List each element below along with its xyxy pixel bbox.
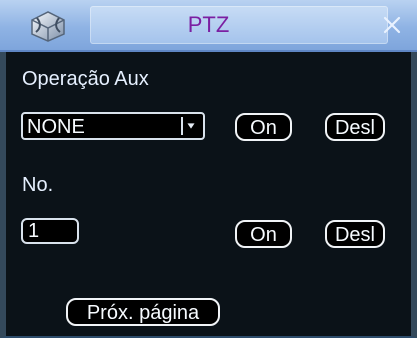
chevron-down-icon[interactable] [181, 117, 199, 135]
ptz-dialog: PTZ Operação Aux NONE On Desl No. 1 On D… [0, 0, 417, 338]
aux-operation-label: Operação Aux [22, 68, 149, 90]
close-icon[interactable] [377, 10, 407, 40]
aux-off-button[interactable]: Desl [325, 113, 385, 141]
number-label: No. [22, 174, 54, 196]
number-input[interactable]: 1 [21, 218, 79, 244]
ptz-panel [0, 52, 417, 338]
number-on-button[interactable]: On [235, 220, 292, 248]
window-title: PTZ [187, 12, 230, 37]
aux-select-value: NONE [27, 116, 85, 138]
number-input-value: 1 [28, 220, 40, 242]
aux-on-button[interactable]: On [235, 113, 292, 141]
title-bar: PTZ [0, 0, 417, 52]
next-page-button[interactable]: Próx. página [66, 298, 220, 326]
aux-operation-select[interactable]: NONE [21, 112, 205, 140]
number-off-button[interactable]: Desl [325, 220, 385, 248]
